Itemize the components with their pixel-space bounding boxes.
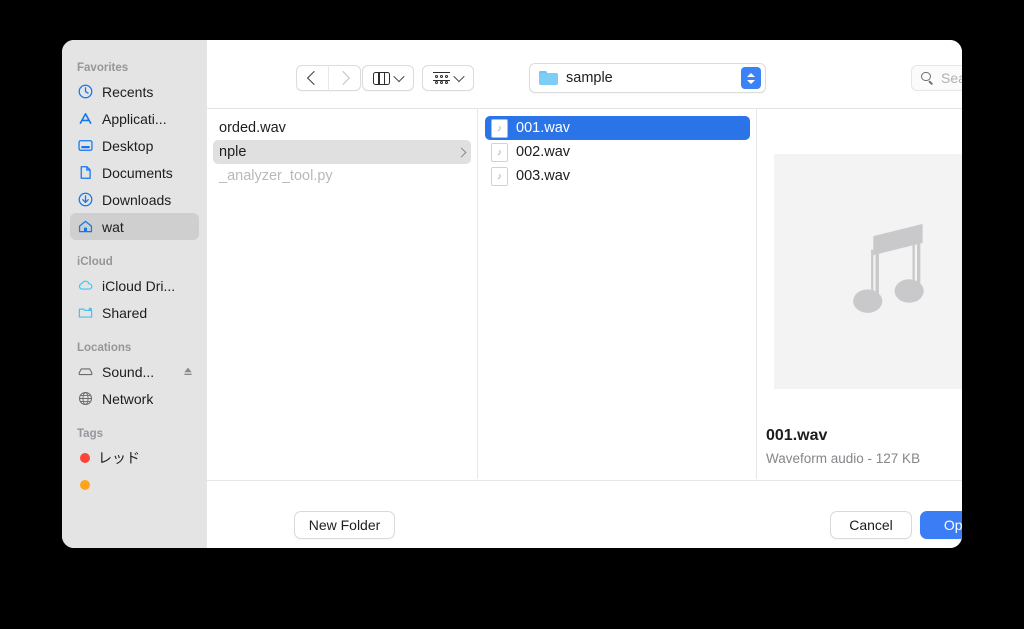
sidebar-item-label: wat bbox=[102, 219, 124, 235]
open-button[interactable]: Open bbox=[920, 511, 962, 539]
sidebar-item-label: Recents bbox=[102, 84, 153, 100]
audio-file-icon: ♪ bbox=[491, 167, 508, 186]
list-item-label: 001.wav bbox=[516, 120, 570, 136]
sidebar-section-favorites: Favorites bbox=[62, 62, 207, 78]
cancel-button[interactable]: Cancel bbox=[830, 511, 912, 539]
sidebar-item-downloads[interactable]: Downloads bbox=[70, 186, 199, 213]
new-folder-button[interactable]: New Folder bbox=[294, 511, 395, 539]
sidebar-item-label: Network bbox=[102, 391, 153, 407]
preview-pane: 001.wav Waveform audio - 127 KB Informat… bbox=[758, 109, 962, 479]
cloud-icon bbox=[77, 277, 94, 294]
home-icon bbox=[77, 218, 94, 235]
tag-dot-icon bbox=[80, 453, 90, 463]
list-item-label: 002.wav bbox=[516, 144, 570, 160]
sidebar-item-sound-drive[interactable]: Sound... bbox=[70, 358, 199, 385]
back-button[interactable] bbox=[296, 65, 329, 91]
list-item[interactable]: ♪ 003.wav bbox=[485, 164, 750, 188]
audio-file-icon: ♪ bbox=[491, 119, 508, 138]
file-open-dialog: sample Search orded.wav nple bbox=[62, 40, 962, 548]
sidebar-item-label: Documents bbox=[102, 165, 173, 181]
sidebar-item-label: iCloud Dri... bbox=[102, 278, 175, 294]
document-icon bbox=[77, 164, 94, 181]
appstore-icon bbox=[77, 110, 94, 127]
sidebar-item-label: Downloads bbox=[102, 192, 171, 208]
audio-file-icon: ♪ bbox=[491, 143, 508, 162]
chevron-right-icon bbox=[457, 147, 467, 157]
sidebar-section-icloud: iCloud bbox=[62, 240, 207, 272]
up-down-stepper-icon bbox=[741, 67, 761, 89]
dialog-footer: New Folder Cancel Open bbox=[207, 480, 962, 548]
clock-icon bbox=[77, 83, 94, 100]
sidebar-item-network[interactable]: Network bbox=[70, 385, 199, 412]
sidebar-item-label: Desktop bbox=[102, 138, 153, 154]
column-1[interactable]: orded.wav nple _analyzer_tool.py bbox=[207, 109, 478, 479]
search-icon bbox=[921, 72, 934, 85]
preview-thumbnail bbox=[774, 154, 962, 389]
sidebar-item-tag-red[interactable]: レッド bbox=[70, 444, 199, 471]
eject-icon[interactable] bbox=[183, 366, 193, 377]
list-item-label: _analyzer_tool.py bbox=[219, 168, 333, 184]
external-drive-icon bbox=[77, 363, 94, 380]
column-browser: orded.wav nple _analyzer_tool.py ♪ 001.w… bbox=[207, 109, 962, 479]
preview-information-heading: Information bbox=[766, 478, 843, 479]
desktop-icon bbox=[77, 137, 94, 154]
sidebar-item-desktop[interactable]: Desktop bbox=[70, 132, 199, 159]
sidebar-item-recents[interactable]: Recents bbox=[70, 78, 199, 105]
column-2[interactable]: ♪ 001.wav ♪ 002.wav ♪ 003.wav bbox=[479, 109, 757, 479]
shared-folder-icon bbox=[77, 304, 94, 321]
list-item[interactable]: _analyzer_tool.py bbox=[213, 164, 471, 188]
sidebar-item-label: Applicati... bbox=[102, 111, 167, 127]
sidebar-item-shared[interactable]: Shared bbox=[70, 299, 199, 326]
path-label: sample bbox=[566, 70, 741, 86]
sidebar-item-label: Shared bbox=[102, 305, 147, 321]
preview-file-name: 001.wav bbox=[766, 427, 827, 445]
sidebar-section-tags: Tags bbox=[62, 412, 207, 444]
view-mode-button[interactable] bbox=[362, 65, 414, 91]
sidebar-item-wat[interactable]: wat bbox=[70, 213, 199, 240]
column-view-icon bbox=[373, 72, 390, 85]
search-field[interactable]: Search bbox=[911, 65, 962, 91]
chevron-down-icon bbox=[453, 71, 464, 82]
tag-dot-icon bbox=[80, 480, 90, 490]
path-popup-button[interactable]: sample bbox=[529, 63, 766, 93]
chevron-right-icon bbox=[336, 71, 350, 85]
download-icon bbox=[77, 191, 94, 208]
list-item[interactable]: ♪ 002.wav bbox=[485, 140, 750, 164]
sidebar-item-documents[interactable]: Documents bbox=[70, 159, 199, 186]
list-item[interactable]: nple bbox=[213, 140, 471, 164]
list-item-label: nple bbox=[219, 144, 246, 160]
preview-file-kind-size: Waveform audio - 127 KB bbox=[766, 451, 920, 466]
sidebar-section-locations: Locations bbox=[62, 326, 207, 358]
search-input[interactable]: Search bbox=[941, 70, 962, 86]
forward-button[interactable] bbox=[328, 65, 361, 91]
sidebar-item-tag-orange[interactable] bbox=[70, 471, 199, 498]
sidebar-item-label: Sound... bbox=[102, 364, 154, 380]
list-item[interactable]: ♪ 001.wav bbox=[485, 116, 750, 140]
sidebar-item-label: レッド bbox=[98, 448, 140, 468]
globe-icon bbox=[77, 390, 94, 407]
chevron-down-icon bbox=[393, 71, 404, 82]
screen: sample Search orded.wav nple bbox=[0, 0, 1024, 629]
list-item[interactable]: orded.wav bbox=[213, 116, 471, 140]
sidebar: Favorites Recents Applicati... bbox=[62, 40, 207, 548]
folder-icon bbox=[539, 71, 558, 86]
sidebar-item-icloud-drive[interactable]: iCloud Dri... bbox=[70, 272, 199, 299]
group-by-icon bbox=[433, 72, 450, 85]
group-by-button[interactable] bbox=[422, 65, 474, 91]
list-item-label: 003.wav bbox=[516, 168, 570, 184]
list-item-label: orded.wav bbox=[219, 120, 286, 136]
chevron-left-icon bbox=[307, 71, 321, 85]
music-note-icon bbox=[833, 216, 945, 328]
sidebar-item-applications[interactable]: Applicati... bbox=[70, 105, 199, 132]
toolbar: sample Search bbox=[207, 40, 962, 108]
